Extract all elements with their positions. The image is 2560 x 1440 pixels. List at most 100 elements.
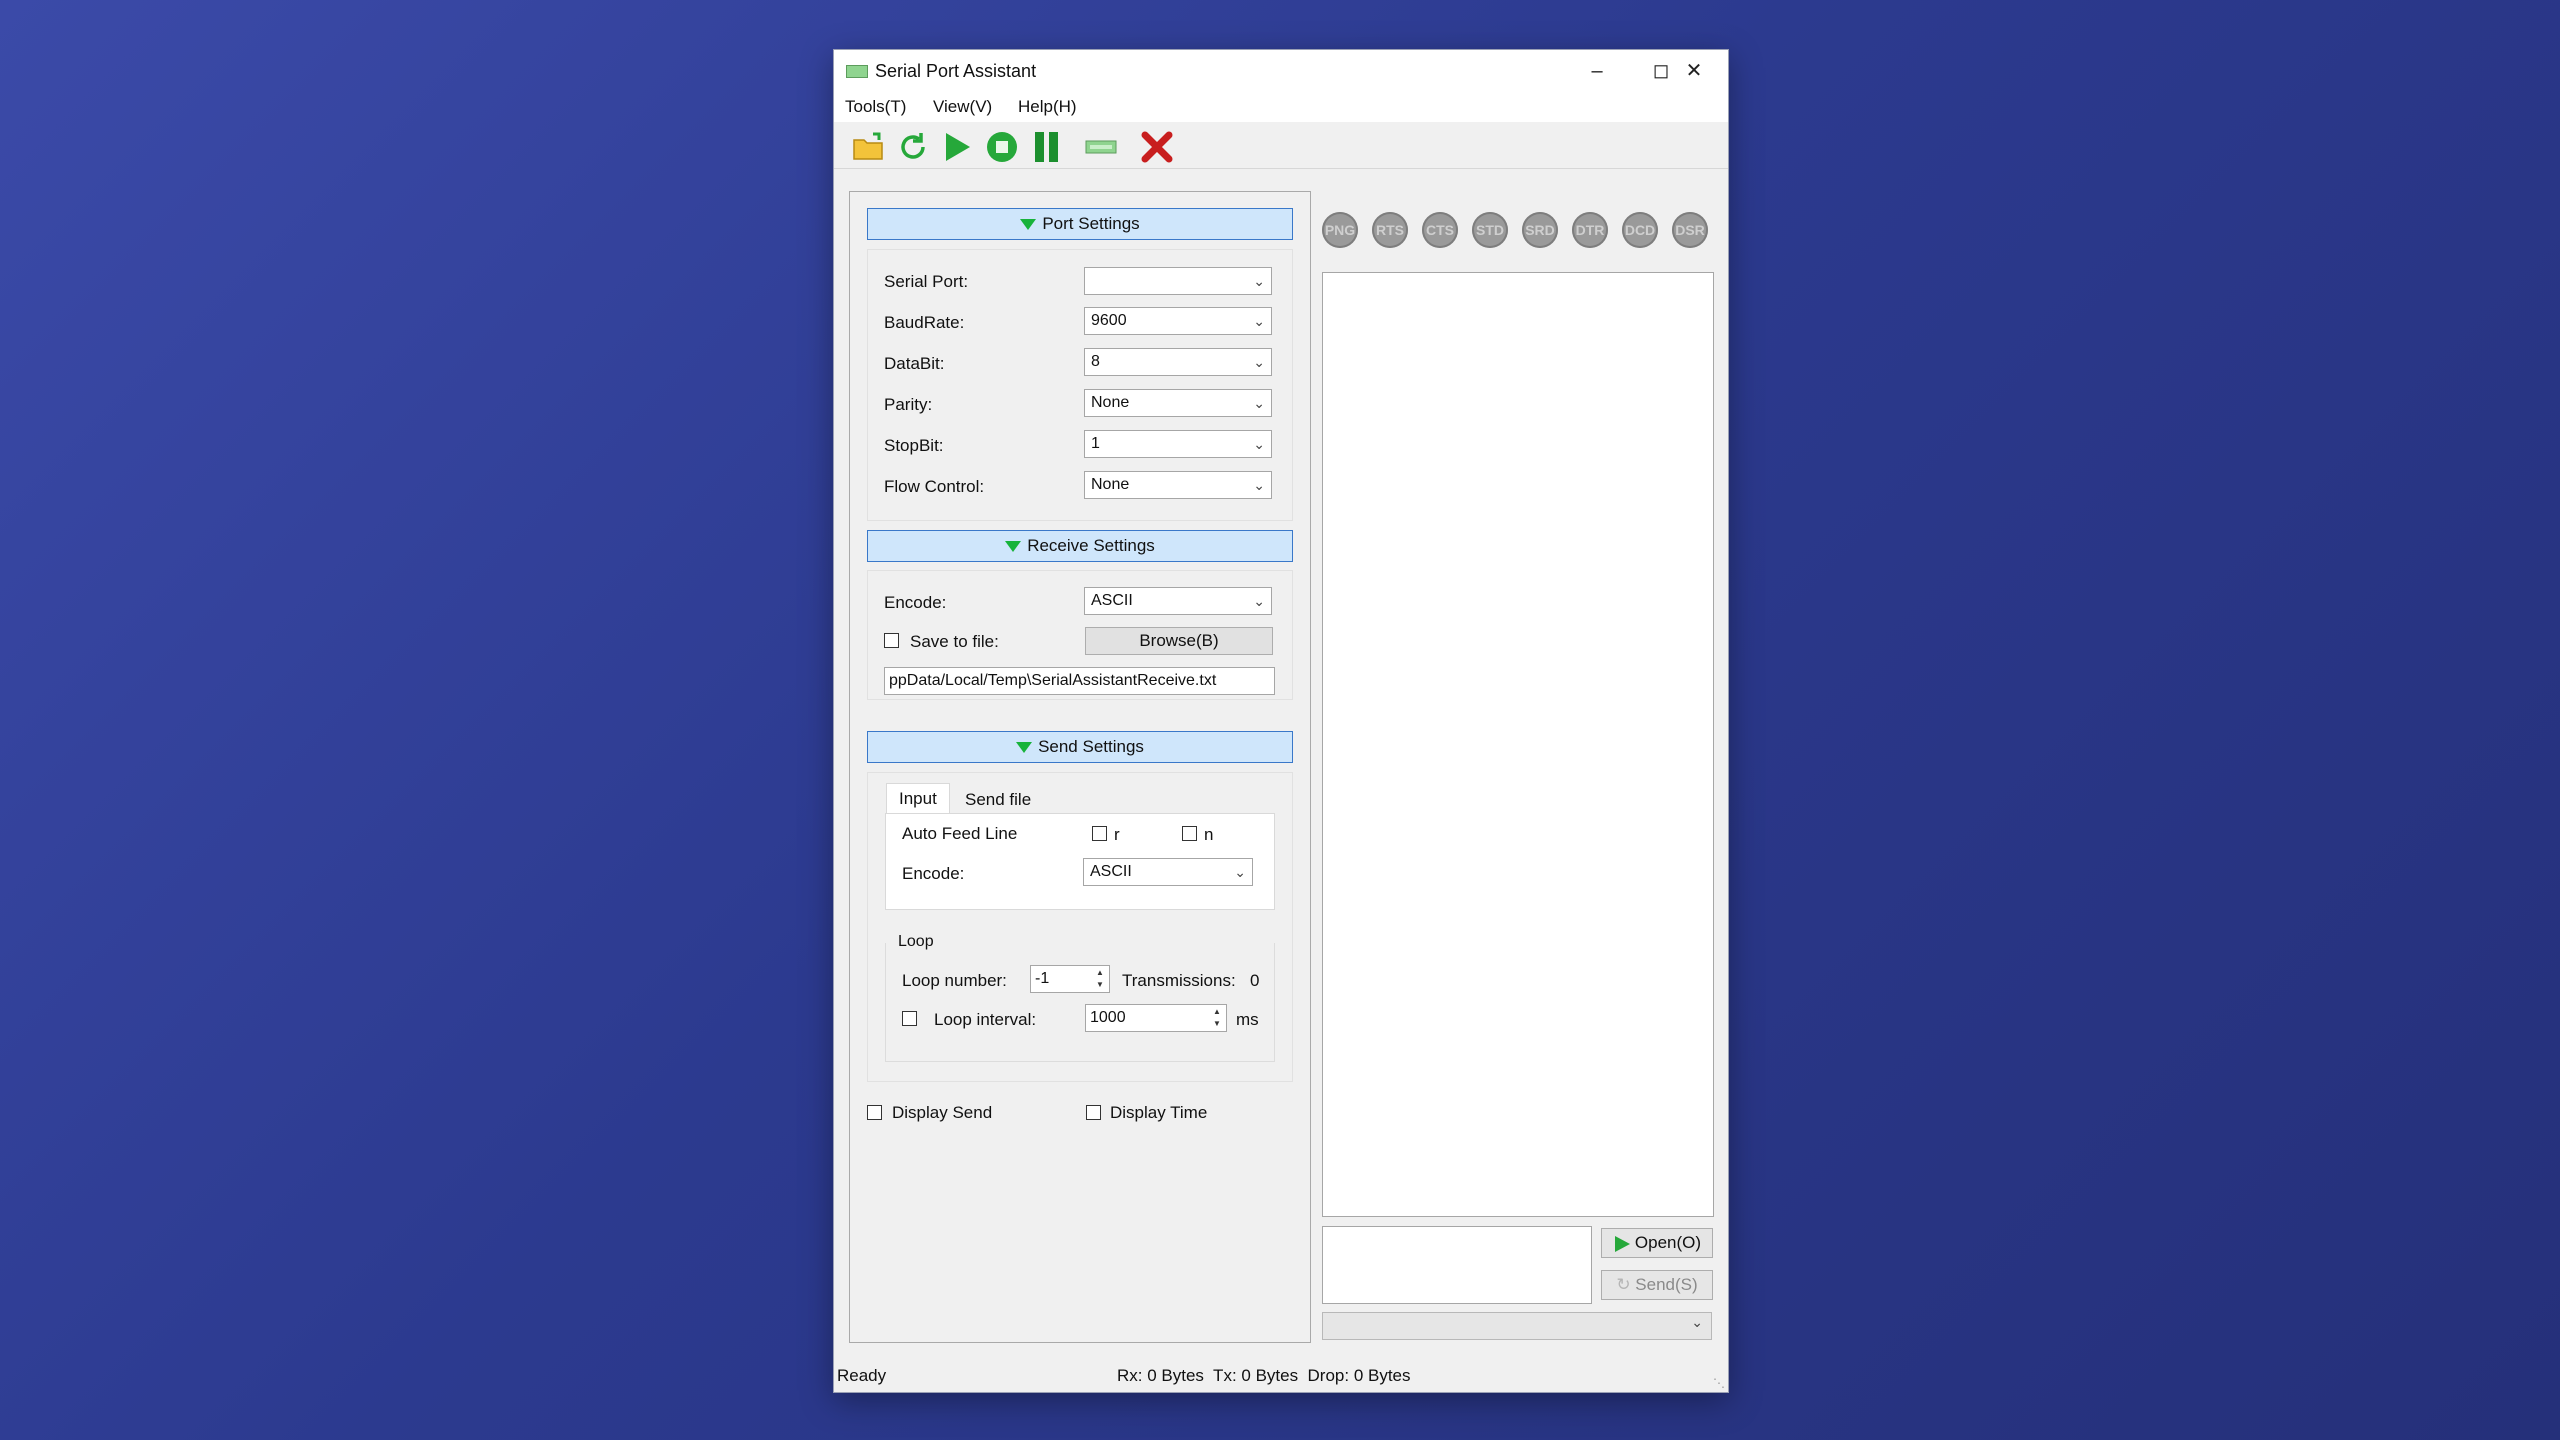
menu-tools[interactable]: Tools(T) <box>845 97 906 117</box>
signal-rts-indicator: RTS <box>1372 212 1408 248</box>
minimize-button[interactable]: – <box>1565 50 1629 92</box>
chevron-down-icon: ⌄ <box>1253 313 1265 329</box>
feed-r-label: r <box>1114 825 1120 844</box>
play-icon[interactable] <box>940 130 974 164</box>
signal-std-indicator: STD <box>1472 212 1508 248</box>
receive-settings-header[interactable]: Receive Settings <box>867 530 1293 562</box>
send-button[interactable]: ↻ Send(S) <box>1601 1270 1713 1300</box>
send-encode-select[interactable]: ASCII ⌄ <box>1083 858 1253 886</box>
tab-input[interactable]: Input <box>886 783 950 814</box>
chevron-down-icon: ⌄ <box>1253 273 1265 289</box>
spin-arrows-icon[interactable]: ▲ ▼ <box>1210 1006 1224 1030</box>
transmissions-value: 0 <box>1250 971 1260 990</box>
databit-select[interactable]: 8 ⌄ <box>1084 348 1272 376</box>
settings-panel: Port Settings Serial Port: ⌄ BaudRate: 9… <box>849 191 1311 1343</box>
play-icon <box>1614 1235 1630 1252</box>
parity-label: Parity: <box>884 395 933 414</box>
loop-interval-spinbox[interactable]: 1000 ▲ ▼ <box>1085 1004 1227 1032</box>
close-port-icon[interactable] <box>1140 130 1174 164</box>
open-folder-icon[interactable] <box>851 130 885 164</box>
send-button-label: Send(S) <box>1635 1275 1698 1294</box>
transmissions-label: Transmissions: <box>1122 971 1236 990</box>
signal-dsr-indicator: DSR <box>1672 212 1708 248</box>
collapse-triangle-icon <box>1020 219 1037 231</box>
signal-cts-indicator: CTS <box>1422 212 1458 248</box>
stop-icon[interactable] <box>985 130 1019 164</box>
chevron-down-icon: ⌄ <box>1253 593 1265 609</box>
display-send-label: Display Send <box>892 1103 993 1122</box>
receive-settings-title: Receive Settings <box>1027 536 1155 555</box>
flow-control-label: Flow Control: <box>884 477 985 496</box>
signal-png-indicator: PNG <box>1322 212 1358 248</box>
spin-arrows-icon[interactable]: ▲ ▼ <box>1093 967 1107 991</box>
feed-n-checkbox[interactable] <box>1182 826 1197 841</box>
device-icon[interactable] <box>1084 130 1118 164</box>
save-to-file-checkbox[interactable] <box>884 633 899 648</box>
receive-encode-select[interactable]: ASCII ⌄ <box>1084 587 1272 615</box>
send-icon: ↻ <box>1616 1275 1636 1294</box>
open-port-button[interactable]: Open(O) <box>1601 1228 1713 1258</box>
refresh-icon[interactable] <box>896 130 930 164</box>
chevron-down-icon: ⌄ <box>1253 395 1265 411</box>
databit-label: DataBit: <box>884 354 945 373</box>
pause-icon[interactable] <box>1030 130 1064 164</box>
feed-r-checkbox[interactable] <box>1092 826 1107 841</box>
tab-send-file[interactable]: Send file <box>953 785 1043 815</box>
status-counters: Rx: 0 Bytes Tx: 0 Bytes Drop: 0 Bytes <box>1117 1366 1411 1385</box>
receive-encode-label: Encode: <box>884 593 947 612</box>
signal-srd-indicator: SRD <box>1522 212 1558 248</box>
window-title: Serial Port Assistant <box>875 61 1037 81</box>
send-history-select[interactable]: ⌄ <box>1322 1312 1712 1340</box>
collapse-triangle-icon <box>1005 541 1022 553</box>
baudrate-select[interactable]: 9600 ⌄ <box>1084 307 1272 335</box>
ms-label: ms <box>1236 1010 1259 1029</box>
save-path-input[interactable]: ppData/Local/Temp\SerialAssistantReceive… <box>884 667 1275 695</box>
app-icon <box>846 65 868 78</box>
menu-bar: Tools(T) View(V) Help(H) <box>834 92 1728 122</box>
status-bar: Ready Rx: 0 Bytes Tx: 0 Bytes Drop: 0 By… <box>834 1360 1728 1392</box>
loop-interval-label: Loop interval: <box>934 1010 1037 1029</box>
signal-dcd-indicator: DCD <box>1622 212 1658 248</box>
display-time-checkbox[interactable] <box>1086 1105 1101 1120</box>
chevron-down-icon: ⌄ <box>1253 354 1265 370</box>
display-time-label: Display Time <box>1110 1103 1208 1122</box>
port-settings-group: Serial Port: ⌄ BaudRate: 9600 ⌄ DataBit: … <box>867 249 1293 521</box>
port-settings-header[interactable]: Port Settings <box>867 208 1293 240</box>
loop-number-spinbox[interactable]: -1 ▲ ▼ <box>1030 965 1110 993</box>
serial-port-select[interactable]: ⌄ <box>1084 267 1272 295</box>
stopbit-select[interactable]: 1 ⌄ <box>1084 430 1272 458</box>
collapse-triangle-icon <box>1016 742 1033 754</box>
send-text-input[interactable] <box>1322 1226 1592 1304</box>
loop-group: Loop number: -1 ▲ ▼ Transmissions: 0 Loop … <box>885 943 1275 1062</box>
baudrate-label: BaudRate: <box>884 313 965 332</box>
resize-grip-icon[interactable]: ⋱ <box>1713 1376 1725 1390</box>
toolbar <box>834 122 1728 169</box>
parity-select[interactable]: None ⌄ <box>1084 389 1272 417</box>
loop-number-label: Loop number: <box>902 971 1007 990</box>
chevron-down-icon: ⌄ <box>1253 436 1265 452</box>
close-window-button[interactable]: ✕ <box>1662 50 1726 92</box>
status-state: Ready <box>837 1366 887 1385</box>
send-encode-label: Encode: <box>902 864 965 883</box>
menu-view[interactable]: View(V) <box>933 97 992 117</box>
receive-text-area[interactable] <box>1322 272 1714 1217</box>
receive-settings-group: Encode: ASCII ⌄ Save to file: Browse(B) p… <box>867 570 1293 700</box>
send-settings-title: Send Settings <box>1038 737 1144 756</box>
stopbit-label: StopBit: <box>884 436 944 455</box>
auto-feed-line-label: Auto Feed Line <box>902 824 1018 843</box>
serial-port-label: Serial Port: <box>884 272 969 291</box>
open-button-label: Open(O) <box>1634 1233 1702 1252</box>
loop-interval-checkbox[interactable] <box>902 1011 917 1026</box>
menu-help[interactable]: Help(H) <box>1018 97 1077 117</box>
save-to-file-label: Save to file: <box>910 632 999 651</box>
flow-control-select[interactable]: None ⌄ <box>1084 471 1272 499</box>
port-settings-title: Port Settings <box>1042 214 1140 233</box>
feed-n-label: n <box>1204 825 1214 844</box>
send-settings-header[interactable]: Send Settings <box>867 731 1293 763</box>
input-tab-page: Auto Feed Line r n Encode: ASCII ⌄ <box>885 813 1275 910</box>
display-send-checkbox[interactable] <box>867 1105 882 1120</box>
signal-dtr-indicator: DTR <box>1572 212 1608 248</box>
browse-button[interactable]: Browse(B) <box>1085 627 1273 655</box>
send-settings-group: Input Send file Auto Feed Line r n Encod… <box>867 772 1293 1082</box>
title-bar[interactable]: Serial Port Assistant – ◻ ✕ <box>834 50 1728 92</box>
